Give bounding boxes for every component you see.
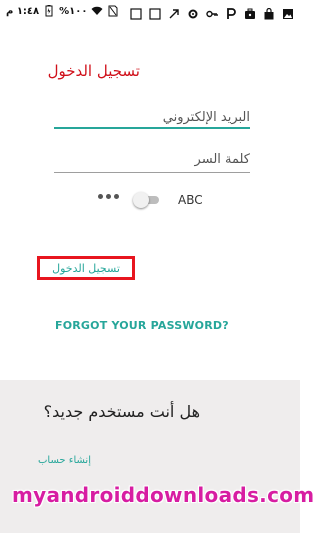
gear-icon bbox=[187, 5, 199, 19]
password-underline bbox=[54, 172, 250, 173]
password-visibility-row: ABC bbox=[98, 190, 218, 210]
login-title: تسجيل الدخول bbox=[47, 62, 140, 80]
arrow-icon bbox=[168, 5, 180, 19]
login-card: تسجيل الدخول البريد الإلكتروني كلمة السر… bbox=[0, 22, 300, 380]
square-icon bbox=[130, 5, 142, 20]
toggle-thumb bbox=[133, 192, 149, 208]
battery-icon bbox=[43, 5, 55, 17]
toggle-abc-label: ABC bbox=[178, 193, 203, 207]
create-account-link[interactable]: إنشاء حساب bbox=[38, 455, 91, 466]
briefcase-icon bbox=[244, 5, 256, 19]
password-visibility-toggle[interactable] bbox=[133, 192, 159, 208]
login-button-label: تسجيل الدخول bbox=[52, 261, 120, 275]
new-user-question: هل أنت مستخدم جديد؟ bbox=[43, 402, 200, 421]
email-underline bbox=[54, 127, 250, 129]
shopping-bag-icon bbox=[263, 5, 275, 20]
sim-icon bbox=[107, 5, 119, 17]
status-bar-left: ١:٤٨ م %١٠٠ bbox=[6, 3, 119, 19]
forgot-password-link[interactable]: FORGOT YOUR PASSWORD? bbox=[55, 319, 229, 332]
email-placeholder: البريد الإلكتروني bbox=[162, 110, 250, 125]
gallery-icon bbox=[282, 5, 294, 19]
square-icon bbox=[149, 5, 161, 20]
battery-percent: %١٠٠ bbox=[59, 5, 88, 17]
signup-section: هل أنت مستخدم جديد؟ إنشاء حساب myandroid… bbox=[0, 380, 314, 533]
wifi-icon bbox=[91, 5, 103, 17]
status-bar-right bbox=[130, 3, 294, 20]
key-icon bbox=[206, 5, 218, 18]
status-bar: ١:٤٨ م %١٠٠ bbox=[0, 0, 300, 22]
clock-text: ١:٤٨ م bbox=[6, 5, 40, 17]
watermark: myandroiddownloads.com bbox=[12, 483, 315, 507]
masked-dots-icon bbox=[98, 194, 119, 199]
login-button[interactable]: تسجيل الدخول bbox=[37, 256, 135, 280]
p-icon bbox=[225, 5, 237, 19]
password-placeholder: كلمة السر bbox=[194, 152, 250, 167]
